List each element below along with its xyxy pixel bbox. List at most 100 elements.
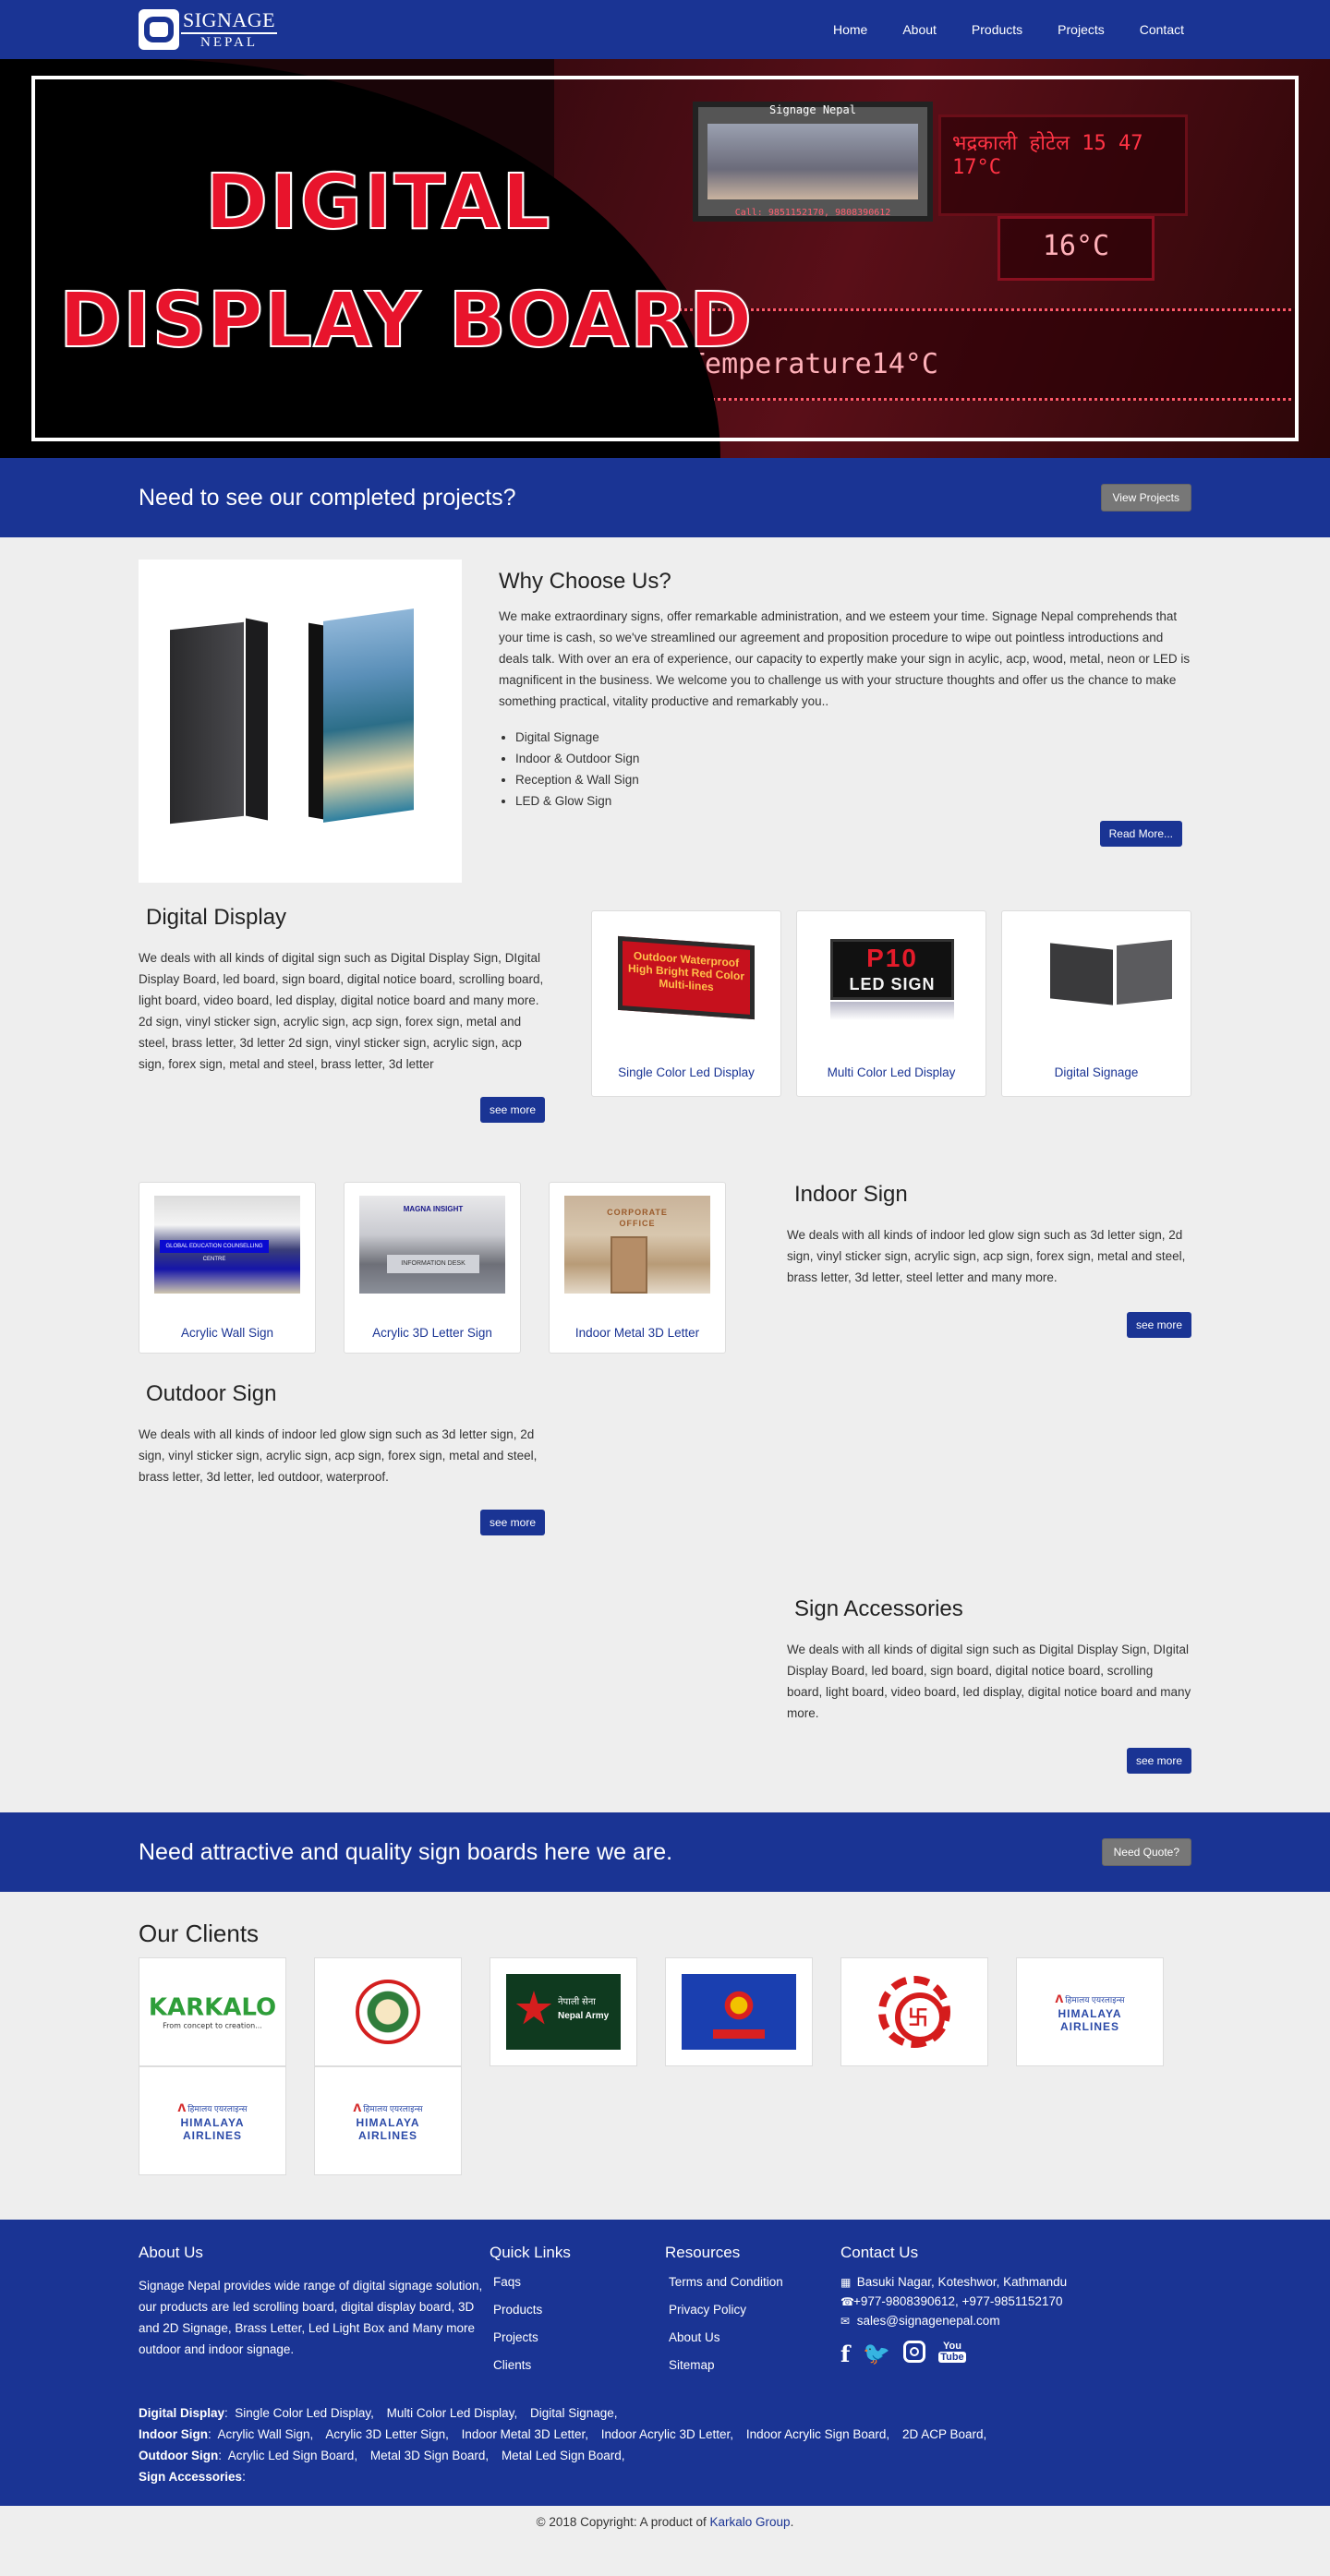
digital-see-more-button[interactable]: see more [479,1097,545,1123]
why-text: We make extraordinary signs, offer remar… [499,609,1191,708]
footer-cat-link[interactable]: Multi Color Led Display, [387,2406,518,2420]
footer-link-projects[interactable]: Projects [493,2330,538,2344]
digital-heading: Digital Display [146,905,287,930]
footer: About Us Signage Nepal provides wide ran… [0,2220,1330,2506]
footer-link-about[interactable]: About Us [669,2330,720,2344]
nav-home[interactable]: Home [833,22,867,37]
footer-contact-title: Contact Us [840,2244,919,2261]
digital-display-section: Digital Display We deals with all kinds … [139,905,1191,1123]
client-himalaya-airlines[interactable]: ʌ हिमालय एयरलाइन्स HIMALAYA AIRLINES [139,2066,286,2175]
led-cabinet-image [139,560,462,883]
footer-cat-link[interactable]: Acrylic Wall Sign, [218,2427,314,2441]
footer-cat-link[interactable]: Acrylic 3D Letter Sign, [325,2427,449,2441]
facebook-icon[interactable]: f [840,2341,850,2367]
acrylic-wall-sign-image: GLOBAL EDUCATION COUNSELLING CENTRE [154,1196,300,1294]
client-nepal-government[interactable] [314,1957,462,2066]
card-caption: Multi Color Led Display [827,1065,956,1079]
outdoor-text: We deals with all kinds of indoor led gl… [139,1427,538,1484]
cta-projects-heading: Need to see our completed projects? [139,484,516,511]
footer-cat-link[interactable]: Digital Signage, [530,2406,618,2420]
client-himalaya-airlines[interactable]: ʌ हिमालय एयरलाइन्स HIMALAYA AIRLINES [1016,1957,1164,2066]
single-color-led-image: Outdoor Waterproof High Bright Red Color… [607,924,766,1022]
indoor-metal-3d-image: CORPORATE OFFICE [564,1196,710,1294]
himalaya-airlines-logo: ʌ हिमालय एयरलाइन्स HIMALAYA AIRLINES [353,2100,423,2142]
footer-email: sales@signagenepal.com [856,2314,1000,2328]
client-nepal-army[interactable]: नेपाली सेना Nepal Army [490,1957,637,2066]
client-nepal-police[interactable] [665,1957,813,2066]
list-item: Reception & Wall Sign [515,769,1191,790]
nav-products[interactable]: Products [972,22,1022,37]
accessories-heading: Sign Accessories [794,1596,963,1621]
footer-link-clients[interactable]: Clients [493,2358,531,2372]
himalaya-airlines-logo: ʌ हिमालय एयरलाइन्स HIMALAYA AIRLINES [177,2100,248,2142]
view-projects-button[interactable]: View Projects [1100,484,1191,512]
client-himalaya-airlines[interactable]: ʌ हिमालय एयरलाइन्स HIMALAYA AIRLINES [314,2066,462,2175]
indoor-heading: Indoor Sign [794,1182,908,1207]
hero-banner: Signage Nepal Call: 9851152170, 98083906… [0,59,1330,458]
nepal-police-logo [682,1974,796,2050]
nav-projects[interactable]: Projects [1058,22,1105,37]
card-multi-color-led[interactable]: P10 LED SIGN Multi Color Led Display [796,910,986,1097]
footer-cat-link[interactable]: Indoor Metal 3D Letter, [462,2427,588,2441]
instagram-icon[interactable] [903,2341,926,2363]
karkalo-group-link[interactable]: Karkalo Group [710,2515,791,2529]
clients-heading: Our Clients [139,1920,260,1947]
indoor-see-more-button[interactable]: see more [1126,1312,1191,1338]
outdoor-sign-section: Outdoor Sign We deals with all kinds of … [139,1381,1191,1535]
footer-cat-link[interactable]: Acrylic Led Sign Board, [228,2449,357,2462]
card-acrylic-3d-letter[interactable]: MAGNA INSIGHT INFORMATION DESK Acrylic 3… [344,1182,521,1354]
acrylic-3d-letter-image: MAGNA INSIGHT INFORMATION DESK [359,1196,505,1294]
card-acrylic-wall-sign[interactable]: GLOBAL EDUCATION COUNSELLING CENTRE Acry… [139,1182,316,1354]
client-gear-emblem[interactable]: 卐 [840,1957,988,2066]
hero-frame [31,76,1299,441]
footer-address: Basuki Nagar, Koteshwor, Kathmandu [856,2275,1068,2289]
why-choose-us: Why Choose Us? We make extraordinary sig… [139,537,1191,883]
nav-contact[interactable]: Contact [1140,22,1184,37]
footer-link-privacy[interactable]: Privacy Policy [669,2303,746,2317]
footer-cat-link[interactable]: 2D ACP Board, [902,2427,986,2441]
client-karkalo[interactable]: KARKALO From concept to creation... [139,1957,286,2066]
copyright: © 2018 Copyright: A product of Karkalo G… [0,2506,1330,2540]
card-caption: Acrylic Wall Sign [180,1326,274,1340]
client-grid: KARKALO From concept to creation... नेपा… [139,1957,1191,2175]
logo-mark-icon [139,9,179,50]
footer-link-terms[interactable]: Terms and Condition [669,2275,783,2289]
twitter-icon[interactable]: 🐦 [863,2341,890,2367]
why-heading: Why Choose Us? [499,569,671,594]
footer-link-products[interactable]: Products [493,2303,542,2317]
footer-about-title: About Us [139,2244,203,2261]
indoor-text: We deals with all kinds of indoor led gl… [787,1228,1186,1284]
footer-cat-link[interactable]: Single Color Led Display, [235,2406,374,2420]
footer-link-sitemap[interactable]: Sitemap [669,2358,715,2372]
logo[interactable]: SIGNAGE NEPAL [139,9,278,50]
outdoor-heading: Outdoor Sign [146,1381,277,1406]
accessories-see-more-button[interactable]: see more [1126,1748,1191,1774]
logo-line2: NEPAL [200,34,259,50]
map-icon: ▦ [840,2276,852,2289]
card-indoor-metal-3d[interactable]: CORPORATE OFFICE Indoor Metal 3D Letter [549,1182,726,1354]
card-caption: Indoor Metal 3D Letter [574,1326,700,1340]
phone-icon: ☎ [840,2295,854,2308]
footer-categories: Digital Display: Single Color Led Displa… [139,2406,987,2484]
footer-cat-link[interactable]: Metal Led Sign Board, [502,2449,625,2462]
nav-about[interactable]: About [902,22,937,37]
digital-text: We deals with all kinds of digital sign … [139,951,544,1071]
star-icon [515,1991,552,2025]
card-digital-signage[interactable]: Digital Signage [1001,910,1191,1097]
accessories-text: We deals with all kinds of digital sign … [787,1643,1191,1720]
why-list: Digital Signage Indoor & Outdoor Sign Re… [515,727,1191,812]
outdoor-see-more-button[interactable]: see more [479,1510,545,1535]
footer-phone: +977-9808390612, +977-9851152170 [853,2294,1063,2308]
footer-link-faqs[interactable]: Faqs [493,2275,521,2289]
card-single-color-led[interactable]: Outdoor Waterproof High Bright Red Color… [591,910,781,1097]
read-more-button[interactable]: Read More... [1099,821,1182,847]
need-quote-button[interactable]: Need Quote? [1101,1838,1191,1866]
footer-cat-link[interactable]: Indoor Acrylic Sign Board, [746,2427,889,2441]
list-item: LED & Glow Sign [515,790,1191,812]
youtube-icon[interactable]: You Tube [938,2341,966,2367]
footer-cat-link[interactable]: Indoor Acrylic 3D Letter, [601,2427,733,2441]
list-item: Digital Signage [515,727,1191,748]
karkalo-logo: KARKALO From concept to creation... [148,1993,277,2030]
footer-cat-link[interactable]: Metal 3D Sign Board, [370,2449,489,2462]
card-caption: Digital Signage [1054,1065,1139,1079]
